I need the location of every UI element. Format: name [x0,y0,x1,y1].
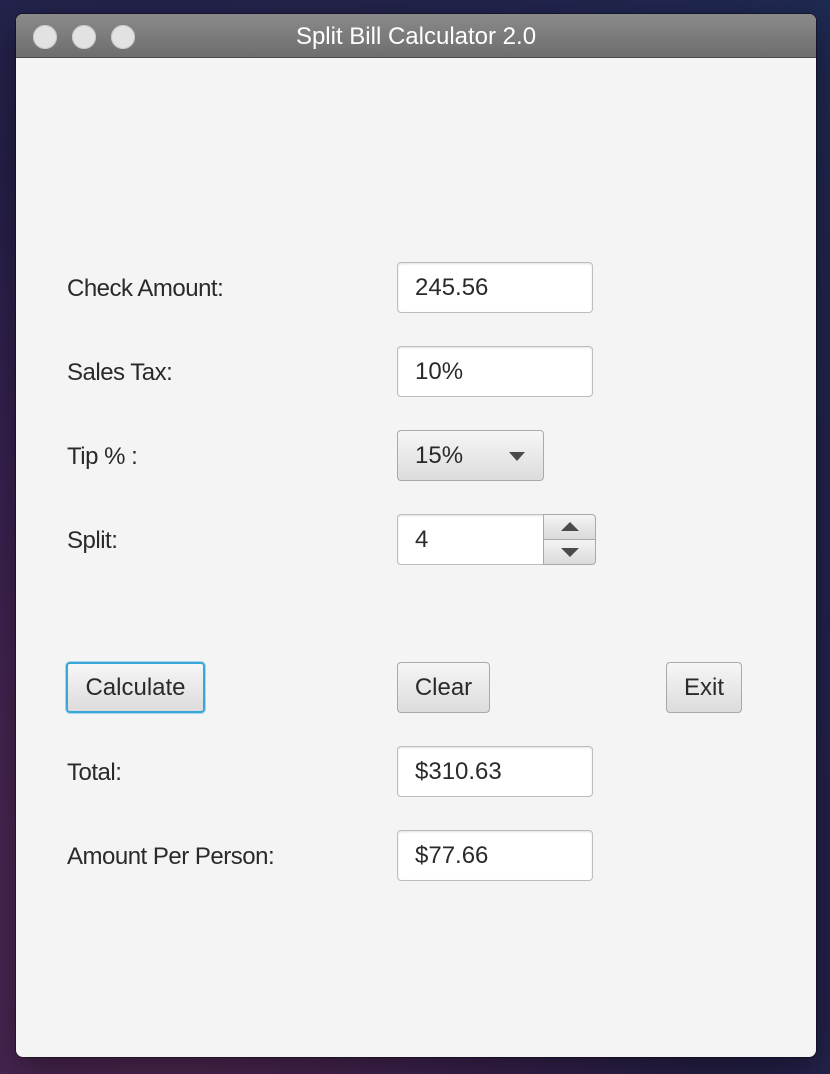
tip-dropdown[interactable]: 15% [397,430,544,481]
split-decrement-button[interactable] [543,539,596,565]
tip-selected-value: 15% [415,442,464,469]
sales-tax-input[interactable]: 10% [397,346,593,397]
exit-button[interactable]: Exit [666,662,742,713]
total-output[interactable]: $310.63 [397,746,593,797]
total-label: Total: [67,759,122,786]
calculate-button[interactable]: Calculate [66,662,205,713]
split-label: Split: [67,527,118,554]
split-increment-button[interactable] [543,514,596,540]
sales-tax-label: Sales Tax: [67,359,173,386]
app-window: Split Bill Calculator 2.0 Check Amount: … [16,14,816,1057]
amount-per-person-label: Amount Per Person: [67,843,275,870]
chevron-down-icon [509,452,525,461]
clear-button[interactable]: Clear [397,662,490,713]
title-bar[interactable]: Split Bill Calculator 2.0 [16,14,816,58]
split-spinner: 4 [397,514,596,565]
tip-label: Tip % : [67,443,138,470]
check-amount-input[interactable]: 245.56 [397,262,593,313]
window-title: Split Bill Calculator 2.0 [295,23,537,50]
check-amount-label: Check Amount: [67,275,224,302]
amount-per-person-output[interactable]: $77.66 [397,830,593,881]
split-input[interactable]: 4 [397,514,545,565]
arrow-up-icon [561,522,579,531]
arrow-down-icon [561,548,579,557]
